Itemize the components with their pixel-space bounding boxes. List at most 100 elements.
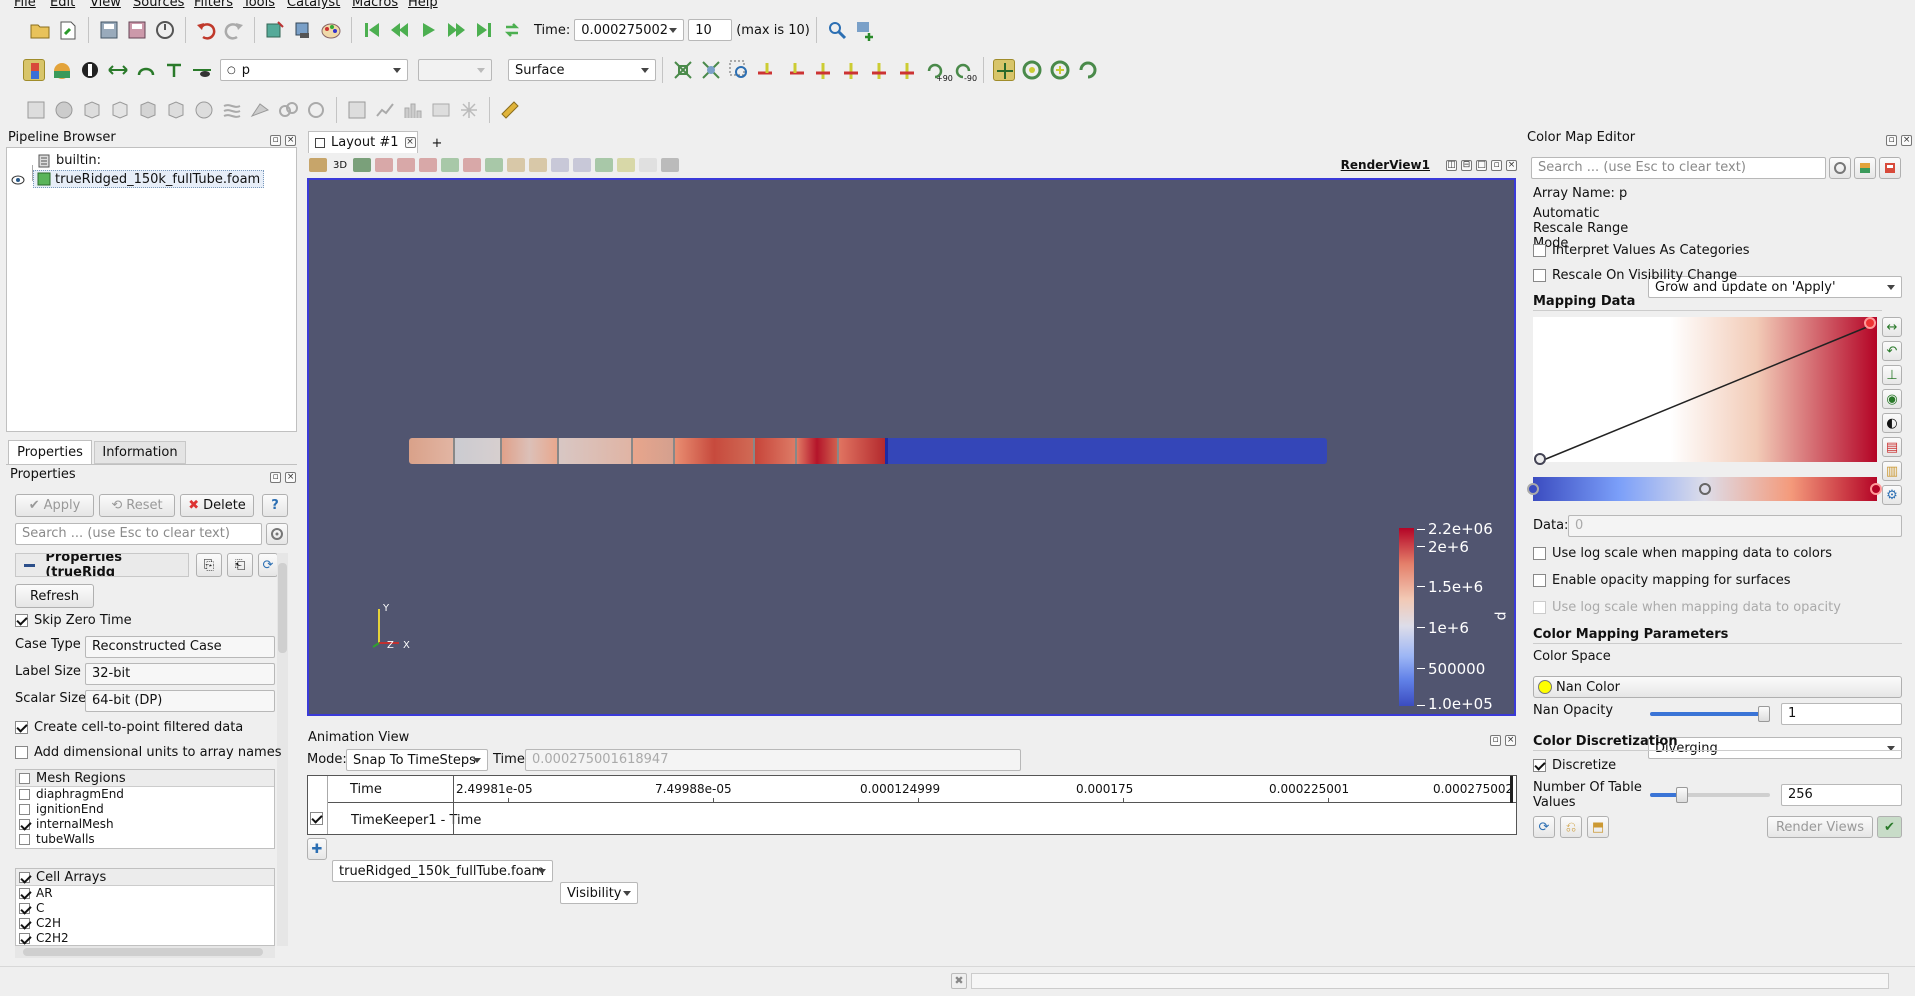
restore-defaults-icon[interactable]: ⎌ (1560, 816, 1582, 838)
find-data-icon[interactable] (617, 158, 636, 172)
progress-abort-icon[interactable]: ✖ (951, 973, 967, 989)
reset-camera-icon[interactable] (672, 59, 694, 81)
view-minus-y-icon[interactable] (840, 59, 862, 81)
tab-layout-1[interactable]: Layout #1 × (308, 131, 418, 153)
clear-icon[interactable] (661, 158, 680, 172)
show-center-icon[interactable] (993, 59, 1015, 81)
warp-by-vector-filter-icon[interactable] (249, 99, 271, 121)
rescale-visibility-checkbox[interactable]: Rescale On Visibility Change (1533, 268, 1737, 283)
last-frame-icon[interactable] (473, 19, 495, 41)
nan-opacity-input[interactable]: 1 (1781, 703, 1902, 725)
menu-filters[interactable]: Filters (194, 0, 233, 10)
interactive-select-icon[interactable] (485, 158, 504, 172)
timestep-spinbox[interactable]: 10 (688, 19, 733, 41)
rotate-minus-90-icon[interactable]: -90 (952, 59, 977, 83)
rotation-center-icon[interactable] (1077, 59, 1099, 81)
histogram-filter-icon[interactable] (402, 99, 424, 121)
opacity-function-editor[interactable] (1533, 317, 1877, 465)
rescale-data-range-icon[interactable] (107, 59, 129, 81)
delete-button[interactable]: ✖ Delete (180, 494, 254, 517)
nan-opacity-slider-handle[interactable] (1758, 706, 1770, 722)
probe-filter-icon[interactable] (430, 99, 452, 121)
nan-opacity-slider-track[interactable] (1650, 712, 1770, 716)
ruler-icon[interactable] (499, 99, 521, 121)
menu-tools[interactable]: Tools (243, 0, 275, 10)
animation-source-combo[interactable]: trueRidged_150k_fullTube.foam (332, 860, 553, 882)
color-component-combo[interactable] (418, 59, 492, 81)
cell-array-item[interactable]: AR (19, 886, 274, 901)
mesh-region-item[interactable]: tubeWalls (19, 832, 274, 847)
connect-icon[interactable] (154, 19, 176, 41)
colormap-save-icon[interactable] (1879, 157, 1901, 179)
cell-arrays-header[interactable]: Cell Arrays (16, 869, 274, 886)
calculator-filter-icon[interactable] (25, 99, 47, 121)
opacity-mapping-checkbox[interactable]: Enable opacity mapping for surfaces (1533, 573, 1790, 588)
render-views-button[interactable]: Render Views (1767, 816, 1873, 838)
undock-icon[interactable]: ▫ (270, 472, 281, 483)
cell-array-item[interactable]: C (19, 901, 274, 916)
save-state-icon[interactable] (98, 19, 120, 41)
view-plus-y-icon[interactable] (812, 59, 834, 81)
nan-color-button[interactable]: Nan Color (1533, 676, 1902, 698)
redo-icon[interactable] (223, 19, 245, 41)
color-palette-icon[interactable] (320, 19, 342, 41)
show-tooltip-icon[interactable] (639, 158, 658, 172)
play-icon[interactable] (417, 19, 439, 41)
time-value-combo[interactable]: 0.000275002 (574, 19, 685, 41)
select-cells-through-icon[interactable] (419, 158, 438, 172)
view-minus-x-icon[interactable] (784, 59, 806, 81)
python-shell-icon[interactable] (826, 19, 848, 41)
pipeline-source-item[interactable]: trueRidged_150k_fullTube.foam (33, 170, 265, 188)
menu-help[interactable]: Help (408, 0, 438, 10)
hover-cells-icon[interactable] (529, 158, 548, 172)
maximize-view-icon[interactable]: □ (1476, 159, 1487, 171)
next-frame-icon[interactable] (445, 19, 467, 41)
mesh-regions-header[interactable]: Mesh Regions (16, 770, 274, 787)
scrollbar-thumb[interactable] (278, 563, 287, 653)
copy-properties-icon[interactable]: ⎘ (196, 553, 222, 577)
tab-information[interactable]: Information (94, 441, 186, 464)
extract-subset-filter-icon[interactable] (165, 99, 187, 121)
color-control-point[interactable] (1527, 483, 1539, 495)
close-icon[interactable]: × (285, 472, 297, 483)
paste-properties-icon[interactable]: ⎗ (227, 553, 253, 577)
stream-tracer-filter-icon[interactable] (221, 99, 243, 121)
zoom-to-box-icon[interactable] (728, 59, 750, 81)
color-control-point[interactable] (1870, 483, 1882, 495)
add-camera-link-icon[interactable] (854, 19, 876, 41)
properties-search-input[interactable]: Search ... (use Esc to clear text) (15, 523, 262, 545)
view-plus-z-icon[interactable] (868, 59, 890, 81)
rescale-temporal-icon[interactable]: ⊥ (1882, 365, 1902, 385)
reset-center-icon[interactable] (1021, 59, 1043, 81)
menu-sources[interactable]: Sources (133, 0, 184, 10)
color-array-combo[interactable]: ○ p (220, 59, 408, 81)
case-type-select[interactable]: Reconstructed Case (85, 636, 275, 658)
colormap-presets-icon[interactable] (1854, 157, 1876, 179)
edit-color-map-icon[interactable] (51, 59, 73, 81)
table-values-slider-handle[interactable] (1676, 787, 1688, 803)
close-icon[interactable]: × (1505, 735, 1517, 746)
shrink-selection-icon[interactable] (573, 158, 592, 172)
scrollbar-thumb[interactable] (23, 948, 263, 956)
horizontal-scrollbar[interactable] (15, 946, 275, 958)
use-separate-color-map-icon[interactable] (79, 59, 101, 81)
select-points-through-icon[interactable] (441, 158, 460, 172)
view-camera-icon[interactable] (353, 158, 372, 172)
reload-files-icon[interactable]: ⟳ (258, 553, 278, 577)
rescale-custom-range-icon[interactable] (135, 59, 157, 81)
data-value-input[interactable]: 0 (1568, 515, 1902, 537)
table-values-input[interactable]: 256 (1781, 784, 1902, 806)
rescale-custom-icon[interactable]: ↶ (1882, 341, 1902, 361)
toggle-3d-button[interactable]: 3D (333, 160, 347, 171)
select-cells-on-icon[interactable] (375, 158, 394, 172)
menu-catalyst[interactable]: Catalyst (287, 0, 340, 10)
color-control-point[interactable] (1699, 483, 1711, 495)
properties-section-header[interactable]: Properties (trueRidg (15, 553, 189, 577)
hover-points-icon[interactable] (507, 158, 526, 172)
skip-zero-time-checkbox[interactable]: Skip Zero Time (15, 613, 132, 628)
slice-filter-icon[interactable] (109, 99, 131, 121)
rotate-plus-90-icon[interactable]: +90 (924, 59, 953, 83)
tube-geometry[interactable] (409, 438, 1327, 464)
view-plus-x-icon[interactable] (756, 59, 778, 81)
menu-macros[interactable]: Macros (352, 0, 398, 10)
